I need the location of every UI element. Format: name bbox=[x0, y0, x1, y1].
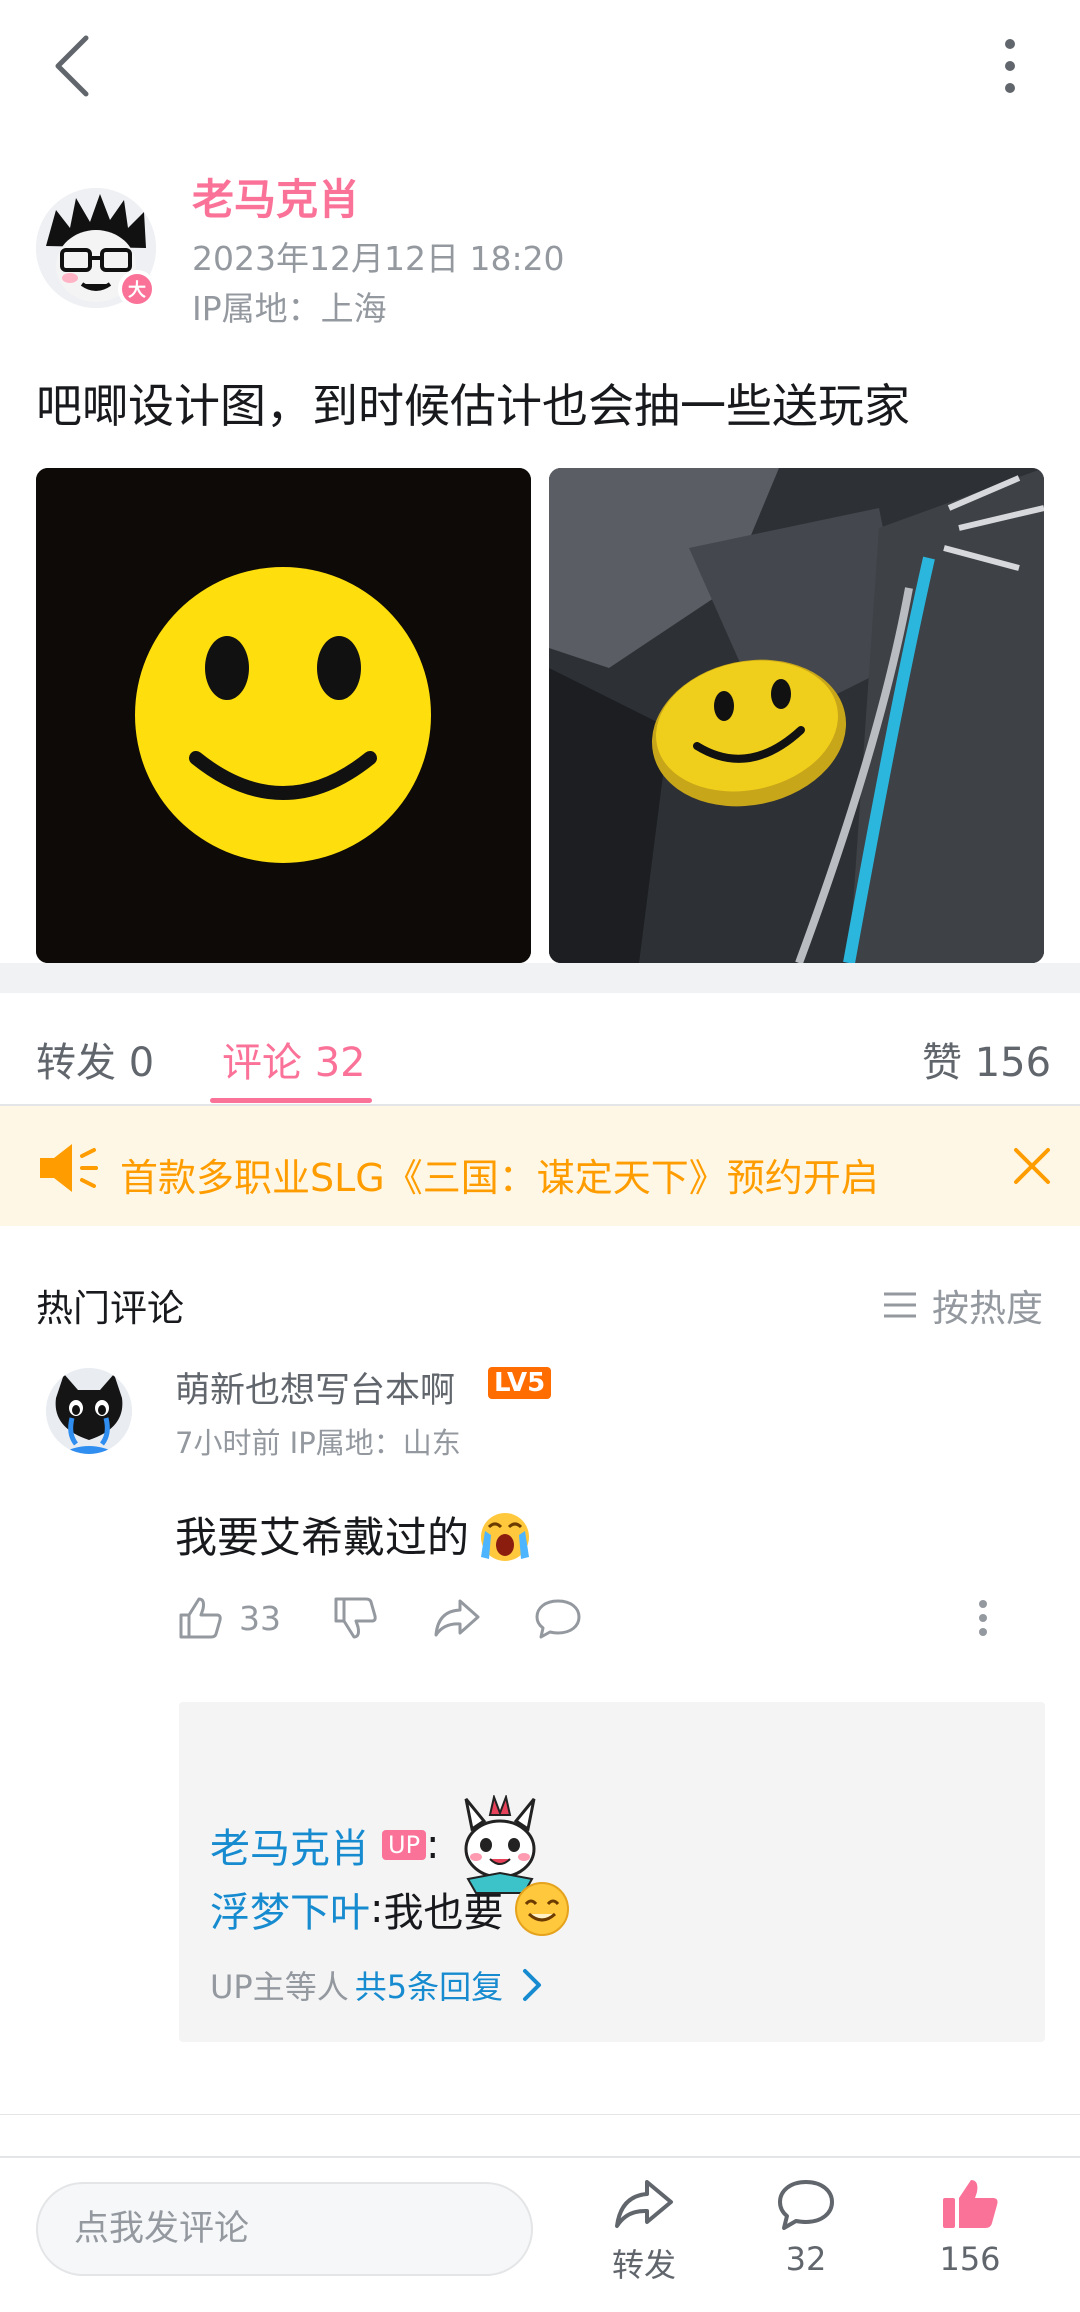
comment-input[interactable]: 点我发评论 bbox=[36, 2182, 533, 2276]
sort-button[interactable]: 按热度 bbox=[882, 1278, 1043, 1332]
chevron-left-icon[interactable] bbox=[40, 28, 104, 104]
like-count: 33 bbox=[239, 1598, 281, 1638]
speech-bubble-icon bbox=[778, 2180, 834, 2230]
author-name[interactable]: 老马克肖 bbox=[192, 166, 360, 227]
comment-body: 我要艾希戴过的 bbox=[175, 1513, 470, 1562]
comment-count-button[interactable]: 32 bbox=[746, 2176, 866, 2278]
post-ip-location: IP属地：上海 bbox=[192, 289, 387, 328]
reply-item[interactable]: 浮梦下叶 : 我也要 bbox=[210, 1880, 571, 1938]
avatar-badge: 大 bbox=[118, 270, 156, 308]
up-badge: UP bbox=[382, 1830, 427, 1860]
crying-emoji-icon bbox=[481, 1512, 530, 1561]
notice-text[interactable]: 首款多职业SLG《三国：谋定天下》预约开启 bbox=[120, 1147, 879, 1202]
commenter-avatar[interactable] bbox=[46, 1368, 132, 1454]
sort-label: 按热度 bbox=[932, 1287, 1043, 1330]
like-count-total: 156 bbox=[939, 2240, 1001, 2278]
reply-colon: : bbox=[426, 1822, 440, 1868]
share-arrow-icon bbox=[615, 2180, 673, 2228]
tab-forward[interactable]: 转发 0 bbox=[36, 1030, 154, 1088]
reply-more-link[interactable]: 共5条回复 bbox=[355, 1962, 503, 2008]
post-image-1[interactable] bbox=[36, 468, 531, 963]
reply-user[interactable]: 老马克肖 bbox=[210, 1816, 370, 1874]
post-text: 吧唧设计图，到时候估计也会抽一些送玩家 bbox=[36, 379, 910, 433]
reply-text: 我也要 bbox=[383, 1890, 504, 1936]
thumbs-up-icon bbox=[179, 1597, 222, 1639]
close-icon[interactable] bbox=[1012, 1146, 1052, 1186]
like-button[interactable]: 33 bbox=[175, 1590, 281, 1646]
tab-likes[interactable]: 赞 156 bbox=[922, 1030, 1051, 1088]
commenter-name[interactable]: 萌新也想写台本啊 bbox=[175, 1362, 455, 1413]
view-all-replies[interactable]: UP主等人 共5条回复 bbox=[210, 1962, 547, 2008]
like-post-button[interactable]: 156 bbox=[910, 2176, 1030, 2278]
divider bbox=[0, 2114, 1080, 2115]
tab-comments[interactable]: 评论 32 bbox=[222, 1030, 366, 1088]
comment-more-icon[interactable] bbox=[968, 1590, 998, 1646]
thumbs-down-icon bbox=[334, 1597, 377, 1639]
hot-comments-title: 热门评论 bbox=[36, 1287, 184, 1330]
speaker-icon bbox=[40, 1144, 98, 1192]
comment-text: 我要艾希戴过的 bbox=[175, 1504, 535, 1565]
share-arrow-icon bbox=[434, 1599, 480, 1637]
speech-bubble-icon bbox=[535, 1599, 581, 1639]
active-tab-indicator bbox=[210, 1098, 372, 1103]
top-bar bbox=[0, 0, 1080, 130]
post-time: 2023年12月12日 18:20 bbox=[192, 239, 565, 278]
thumbs-up-filled-icon bbox=[943, 2180, 998, 2228]
forward-button[interactable]: 转发 bbox=[584, 2176, 704, 2286]
chevron-right-icon bbox=[523, 1969, 542, 2001]
share-button[interactable] bbox=[432, 1590, 482, 1646]
post-image-2[interactable] bbox=[549, 468, 1044, 963]
level-badge: LV5 bbox=[488, 1367, 552, 1399]
comment-count: 32 bbox=[785, 2240, 827, 2278]
reply-colon: : bbox=[370, 1886, 384, 1932]
section-gap bbox=[0, 963, 1080, 993]
reply-button[interactable] bbox=[533, 1590, 583, 1646]
smiling-emoji-icon bbox=[515, 1882, 570, 1936]
forward-label: 转发 bbox=[611, 2246, 676, 2284]
list-icon bbox=[884, 1292, 916, 1318]
reply-more-prefix: UP主等人 bbox=[210, 1968, 349, 2006]
comment-meta: 7小时前 IP属地：山东 bbox=[175, 1426, 461, 1460]
reply-user[interactable]: 浮梦下叶 bbox=[210, 1880, 370, 1938]
dislike-button[interactable] bbox=[330, 1590, 380, 1646]
vertical-dots-icon[interactable] bbox=[990, 28, 1030, 104]
